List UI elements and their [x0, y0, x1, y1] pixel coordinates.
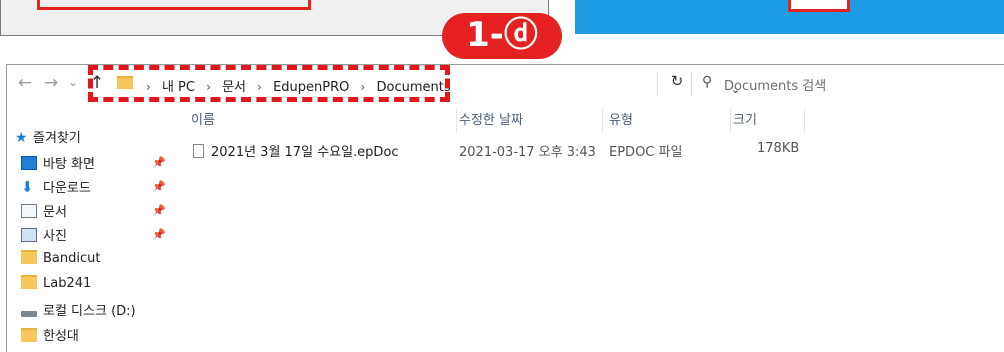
star-icon: ★ — [15, 130, 28, 146]
sidebar-item-label: 바탕 화면 — [43, 157, 95, 172]
folder-icon — [21, 275, 37, 289]
sidebar-item-label: Lab241 — [43, 276, 92, 291]
search-placeholder: Documents 검색 — [724, 79, 827, 94]
pin-icon[interactable]: 📌 — [152, 228, 166, 241]
sidebar-item-label: 사진 — [43, 229, 67, 244]
recent-locations-icon[interactable]: ⌄ — [65, 75, 81, 89]
sidebar-item-bandicut[interactable]: Bandicut — [21, 250, 100, 272]
back-icon[interactable]: ← — [17, 73, 33, 93]
sidebar-item-label: 문서 — [43, 205, 67, 220]
sidebar-item-label: 즐겨찾기 — [33, 131, 81, 146]
column-header-size[interactable]: 크기 — [733, 109, 805, 133]
search-icon: ⚲ — [702, 74, 713, 90]
pin-icon[interactable]: 📌 — [152, 156, 166, 169]
sidebar-item-hansung[interactable]: 한성대 — [21, 325, 79, 347]
file-size-cell: 178KB — [757, 141, 800, 156]
file-modified-cell: 2021-03-17 오후 3:43 — [459, 145, 596, 160]
sidebar-item-downloads[interactable]: ⬇ 다운로드 — [21, 177, 91, 199]
sidebar-item-label: 로컬 디스크 (D:) — [43, 304, 136, 319]
pin-icon[interactable]: 📌 — [152, 204, 166, 217]
address-bar-highlight — [88, 65, 450, 102]
drive-icon — [21, 311, 37, 317]
column-header-modified[interactable]: 수정한 날짜 — [459, 109, 603, 133]
sidebar-item-quick-access[interactable]: ★ 즐겨찾기 — [15, 127, 81, 149]
folder-icon — [21, 250, 37, 264]
red-highlight-box — [37, 0, 311, 10]
file-explorer-window: ← → ⌄ ↑ › 내 PC › 문서 › EdupenPRO › Docume… — [6, 64, 1004, 352]
navigation-pane: ★ 즐겨찾기 바탕 화면 📌 ⬇ 다운로드 📌 문서 📌 사진 📌 Bandicut… — [7, 105, 187, 352]
column-header-name[interactable]: 이름 — [191, 109, 457, 133]
sidebar-item-label: Bandicut — [43, 251, 101, 266]
file-icon — [193, 144, 204, 158]
file-name-cell: 2021년 3월 17일 수요일.epDoc — [193, 141, 399, 160]
step-callout: 1-ⓓ — [442, 13, 562, 59]
forward-icon[interactable]: → — [43, 73, 59, 93]
download-icon: ⬇ — [21, 178, 34, 196]
folder-icon — [21, 328, 37, 342]
column-header-type[interactable]: 유형 — [609, 109, 731, 133]
file-name: 2021년 3월 17일 수요일.epDoc — [211, 145, 399, 160]
sidebar-item-label: 한성대 — [43, 329, 79, 344]
sidebar-item-documents[interactable]: 문서 — [21, 201, 67, 223]
sidebar-item-desktop[interactable]: 바탕 화면 — [21, 153, 95, 175]
search-input[interactable]: ⚲ Documents 검색 — [691, 72, 1004, 96]
file-type-cell: EPDOC 파일 — [609, 145, 683, 160]
sidebar-item-lab241[interactable]: Lab241 — [21, 275, 91, 297]
red-highlight-box-right — [788, 0, 850, 12]
desktop-icon — [21, 156, 37, 170]
pin-icon[interactable]: 📌 — [152, 180, 166, 193]
sidebar-item-pictures[interactable]: 사진 — [21, 225, 67, 247]
sidebar-item-label: 다운로드 — [43, 181, 91, 196]
documents-icon — [21, 204, 37, 218]
pictures-icon — [21, 228, 37, 242]
sidebar-item-local-disk[interactable]: 로컬 디스크 (D:) — [21, 300, 136, 322]
